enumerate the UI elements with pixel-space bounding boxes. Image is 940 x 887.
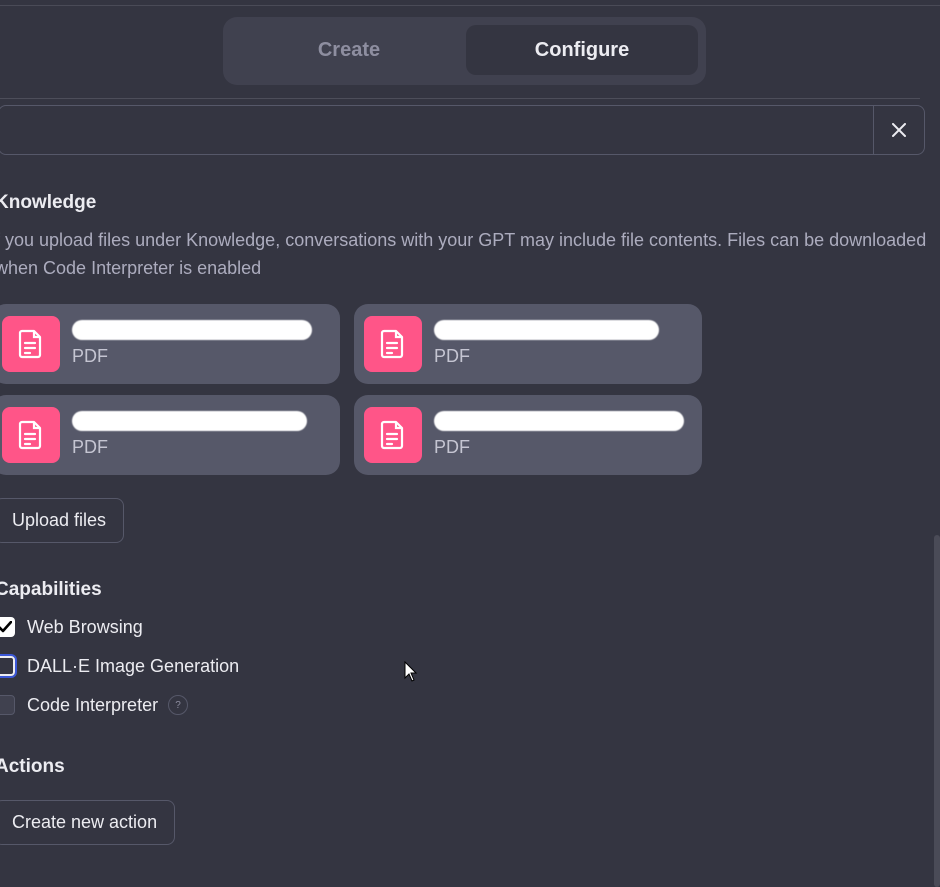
capability-label: Code Interpreter bbox=[27, 694, 159, 715]
capability-code-interpreter[interactable]: Code Interpreter ? bbox=[0, 691, 189, 719]
checkmark-icon bbox=[0, 621, 12, 633]
redacted-file-name bbox=[434, 320, 659, 340]
redacted-file-name bbox=[72, 320, 312, 340]
top-border bbox=[0, 5, 940, 6]
scrollbar[interactable] bbox=[934, 535, 940, 887]
dalle-checkbox[interactable] bbox=[0, 656, 15, 676]
capability-label: DALL·E Image Generation bbox=[27, 655, 240, 676]
file-card[interactable]: PDF bbox=[0, 304, 340, 384]
actions-heading: Actions bbox=[0, 756, 65, 777]
knowledge-description: f you upload files under Knowledge, conv… bbox=[0, 230, 927, 278]
tab-configure[interactable]: Configure bbox=[466, 25, 698, 75]
knowledge-heading: Knowledge bbox=[0, 192, 97, 213]
help-icon[interactable]: ? bbox=[168, 695, 189, 715]
document-icon bbox=[2, 407, 60, 463]
redacted-file-name bbox=[434, 411, 684, 431]
mode-switcher: Create Configure bbox=[223, 17, 706, 85]
document-icon bbox=[2, 316, 60, 372]
create-new-action-button[interactable]: Create new action bbox=[0, 800, 176, 845]
file-card[interactable]: PDF bbox=[354, 304, 702, 384]
tab-create[interactable]: Create bbox=[233, 25, 465, 75]
instructions-field[interactable] bbox=[0, 105, 925, 155]
capability-label: Web Browsing bbox=[27, 616, 143, 637]
divider bbox=[0, 98, 920, 99]
document-icon bbox=[364, 316, 422, 372]
capability-web-browsing[interactable]: Web Browsing bbox=[0, 613, 143, 641]
close-icon bbox=[892, 123, 906, 137]
file-type: PDF bbox=[72, 346, 108, 366]
redacted-file-name bbox=[72, 411, 307, 431]
file-card[interactable]: PDF bbox=[0, 395, 340, 475]
file-type: PDF bbox=[434, 437, 470, 457]
file-type: PDF bbox=[72, 437, 108, 457]
file-type: PDF bbox=[434, 346, 470, 366]
file-card[interactable]: PDF bbox=[354, 395, 702, 475]
web-browsing-checkbox[interactable] bbox=[0, 617, 15, 637]
mouse-cursor-icon bbox=[404, 661, 418, 682]
document-icon bbox=[364, 407, 422, 463]
code-interpreter-checkbox[interactable] bbox=[0, 695, 15, 715]
upload-files-button[interactable]: Upload files bbox=[0, 498, 125, 543]
capabilities-heading: Capabilities bbox=[0, 579, 102, 600]
clear-button[interactable] bbox=[873, 106, 924, 154]
capability-dalle[interactable]: DALL·E Image Generation bbox=[0, 652, 239, 680]
